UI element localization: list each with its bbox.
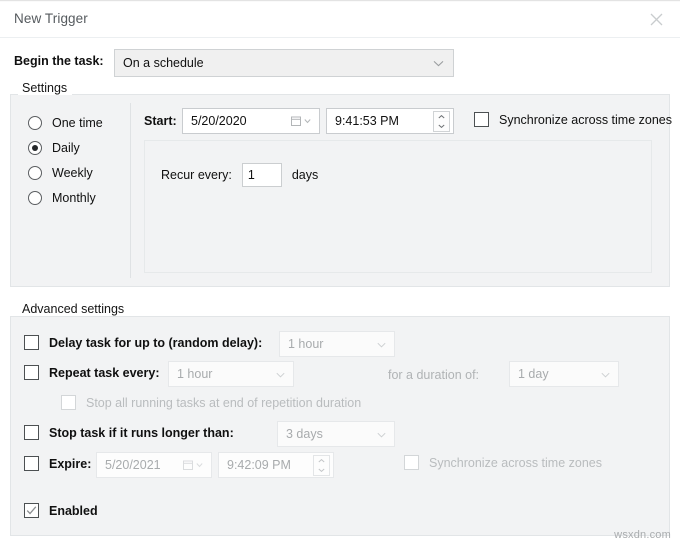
recur-every-label: Recur every: [161,168,232,182]
stop-all-running-tasks-checkbox[interactable]: Stop all running tasks at end of repetit… [61,395,361,410]
settings-group-legend: Settings [18,81,73,95]
advanced-settings-legend: Advanced settings [18,302,130,316]
stop-task-longer-label: Stop task if it runs longer than: [49,425,234,440]
start-date-value: 5/20/2020 [191,114,247,128]
expire-sync-timezones-label: Synchronize across time zones [429,455,602,470]
radio-label: One time [52,115,103,130]
radio-selected-icon [28,140,42,155]
enabled-checkbox[interactable]: Enabled [24,503,98,518]
radio-one-time[interactable]: One time [28,110,123,135]
begin-task-row: Begin the task: On a schedule [0,48,680,78]
stop-task-longer-select[interactable]: 3 days [277,421,395,447]
start-sync-timezones-label: Synchronize across time zones [499,112,672,127]
radio-daily[interactable]: Daily [28,135,123,160]
start-label: Start: [144,114,177,128]
expire-time-spinner[interactable] [313,455,330,476]
expire-sync-timezones-checkbox[interactable]: Synchronize across time zones [404,455,602,470]
expire-label: Expire: [49,456,92,471]
radio-label: Weekly [52,165,93,180]
checkbox-checked-icon [24,503,39,518]
start-time-value: 9:41:53 PM [335,114,399,128]
window-top-edge [0,0,680,2]
checkbox-icon [474,112,489,127]
enabled-label: Enabled [49,503,98,518]
delay-task-label: Delay task for up to (random delay): [49,335,263,350]
start-date-input[interactable]: 5/20/2020 [182,108,320,134]
stop-task-longer-value: 3 days [286,427,323,441]
recur-every-unit: days [291,168,319,182]
repeat-duration-label: for a duration of: [388,368,480,382]
repeat-task-checkbox[interactable]: Repeat task every: [24,365,159,380]
chevron-down-icon [601,367,610,381]
chevron-down-icon [377,427,386,441]
expire-time-value: 9:42:09 PM [227,458,291,472]
expire-checkbox[interactable]: Expire: [24,456,91,471]
start-time-spinner[interactable] [433,111,450,132]
spinner-down-icon [318,468,325,473]
calendar-icon[interactable] [291,116,311,127]
watermark: wsxdn.com [614,529,671,541]
radio-icon [28,115,42,130]
recur-every-row: Recur every: 1 days [161,163,318,187]
repeat-interval-value: 1 hour [177,367,213,381]
start-time-input[interactable]: 9:41:53 PM [326,108,454,134]
radio-weekly[interactable]: Weekly [28,160,123,185]
begin-task-select[interactable]: On a schedule [114,49,454,77]
stop-all-running-tasks-label: Stop all running tasks at end of repetit… [86,395,362,410]
chevron-down-icon [276,367,285,381]
delay-task-value: 1 hour [288,337,324,351]
schedule-type-radio-group: One time Daily Weekly Monthly [28,110,123,210]
close-icon [650,13,662,25]
expire-time-input[interactable]: 9:42:09 PM [218,452,334,478]
radio-monthly[interactable]: Monthly [28,185,123,210]
checkbox-icon [24,365,39,380]
expire-date-value: 5/20/2021 [105,458,161,472]
checkbox-icon [24,425,39,440]
repeat-duration-select[interactable]: 1 day [509,361,619,387]
title-bar: New Trigger [0,0,680,38]
chevron-down-icon [433,56,444,70]
begin-task-value: On a schedule [123,56,204,70]
chevron-down-icon [377,337,386,351]
settings-divider [130,103,131,278]
calendar-icon[interactable] [183,460,203,471]
spinner-down-icon [438,124,445,129]
spinner-up-icon [438,114,445,119]
close-button[interactable] [634,2,678,36]
checkbox-icon [24,335,39,350]
window-title: New Trigger [14,11,88,26]
radio-label: Daily [52,140,80,155]
checkbox-icon [404,455,419,470]
begin-task-label: Begin the task: [14,54,104,68]
repeat-task-label: Repeat task every: [49,365,160,380]
checkbox-icon [61,395,76,410]
recur-every-value: 1 [247,168,255,182]
recurrence-panel: Recur every: 1 days [144,140,652,273]
stop-task-longer-checkbox[interactable]: Stop task if it runs longer than: [24,425,234,440]
radio-icon [28,190,42,205]
recur-every-input[interactable]: 1 [241,163,282,187]
delay-task-checkbox[interactable]: Delay task for up to (random delay): [24,335,262,350]
checkbox-icon [24,456,39,471]
radio-label: Monthly [52,190,96,205]
spinner-up-icon [318,458,325,463]
expire-date-input[interactable]: 5/20/2021 [96,452,212,478]
start-sync-timezones-checkbox[interactable]: Synchronize across time zones [474,112,672,127]
delay-task-select[interactable]: 1 hour [279,331,395,357]
radio-icon [28,165,42,180]
repeat-duration-value: 1 day [518,367,549,381]
repeat-interval-select[interactable]: 1 hour [168,361,294,387]
